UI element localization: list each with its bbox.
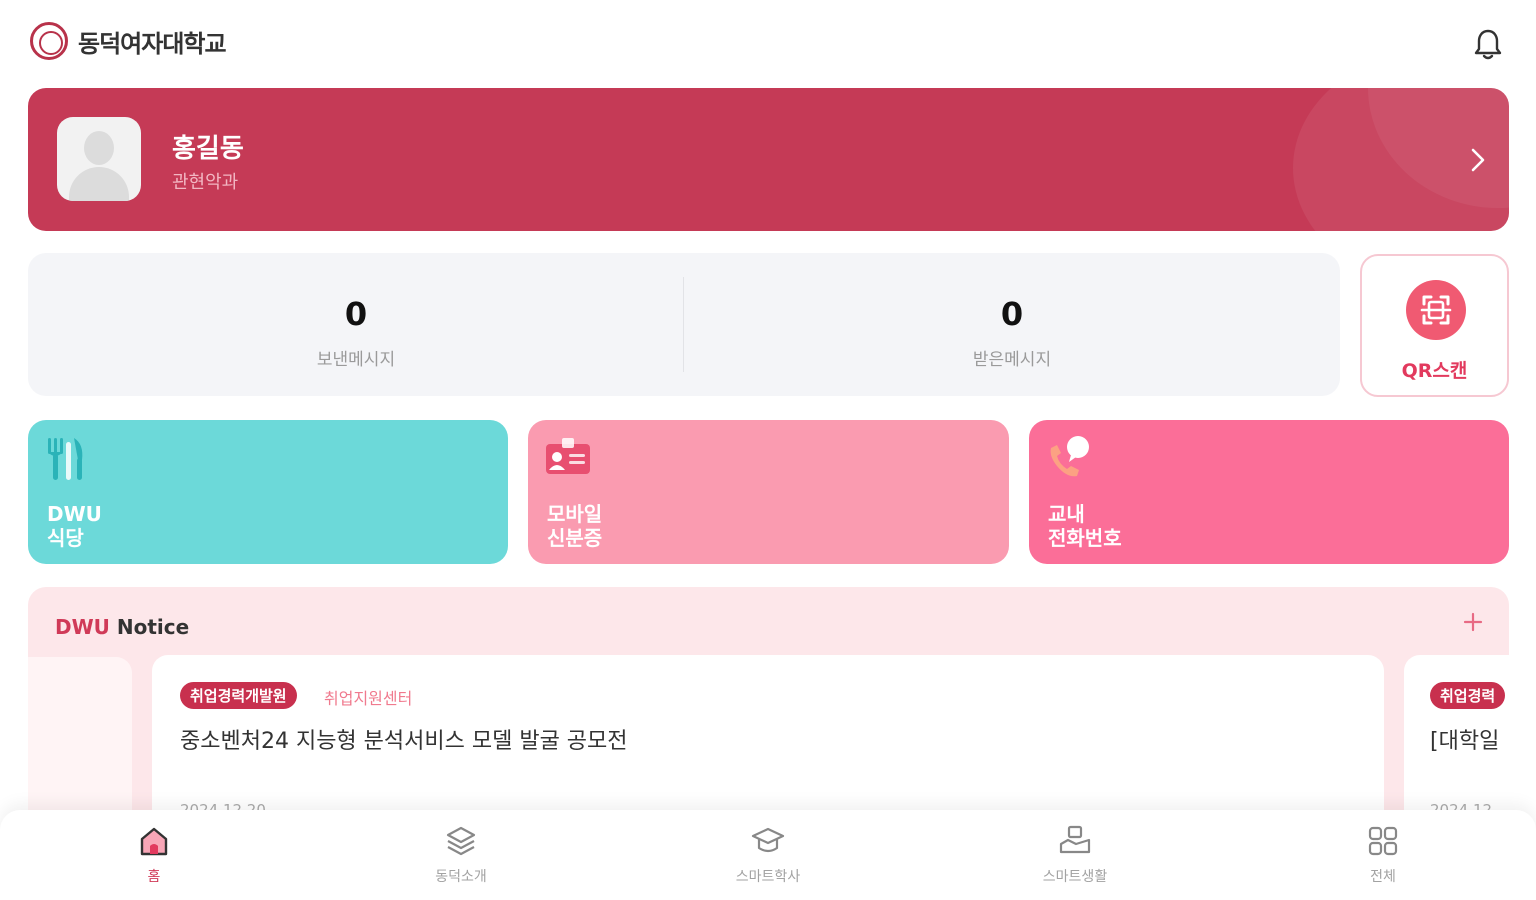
- university-logo[interactable]: 동덕여자대학교: [30, 22, 227, 60]
- nav-smart-life[interactable]: 스마트생활: [995, 824, 1155, 886]
- fork-knife-icon: [48, 438, 83, 480]
- tile-label-line1: 교내: [1048, 502, 1085, 526]
- qr-scan-icon: [1406, 280, 1466, 340]
- profile-department: 관현악과: [172, 172, 239, 193]
- tile-mobile-id[interactable]: 모바일 신분증: [528, 420, 1009, 564]
- university-name: 동덕여자대학교: [78, 29, 227, 58]
- chevron-right-icon[interactable]: [1468, 146, 1488, 174]
- notice-card-previous[interactable]: [28, 657, 132, 827]
- profile-name: 홍길동: [172, 134, 244, 164]
- tile-dwu-cafeteria[interactable]: DWU 식당: [28, 420, 508, 564]
- bottom-navigation: 홈 동덕소개 스마트학사 스마트생활 전체: [0, 810, 1536, 900]
- avatar-body: [69, 167, 129, 201]
- tile-label: DWU 식당: [47, 502, 102, 550]
- notice-title-accent: DWU: [55, 615, 110, 639]
- graduation-cap-icon: [751, 827, 785, 853]
- notice-category-badge: 취업경력: [1430, 682, 1506, 709]
- bell-icon[interactable]: [1472, 28, 1504, 62]
- qr-scan-label: QR스캔: [1401, 360, 1468, 382]
- nav-label: 홈: [147, 869, 161, 885]
- received-messages[interactable]: 0 받은메시지: [684, 253, 1340, 396]
- message-stats: 0 보낸메시지 0 받은메시지: [28, 253, 1340, 396]
- nav-label: 전체: [1370, 869, 1396, 885]
- tile-label-line2: 식당: [47, 526, 84, 550]
- notice-card-next[interactable]: 취업경력 [대학일 2024.12: [1404, 655, 1509, 827]
- notice-title-text: 중소벤처24 지능형 분석서비스 모델 발굴 공모전: [180, 729, 628, 754]
- id-card-icon: [546, 438, 590, 474]
- received-count: 0: [1000, 295, 1024, 333]
- plus-icon[interactable]: [1463, 612, 1483, 632]
- tile-label-line2: 전화번호: [1048, 526, 1122, 550]
- sent-count: 0: [344, 295, 368, 333]
- notice-title: DWU Notice: [55, 615, 189, 639]
- profile-card[interactable]: 홍길동 관현악과: [28, 88, 1509, 231]
- nav-label: 동덕소개: [435, 869, 487, 885]
- avatar: [57, 117, 141, 201]
- sent-label: 보낸메시지: [316, 350, 396, 370]
- nav-label: 스마트생활: [1042, 869, 1108, 885]
- sent-messages[interactable]: 0 보낸메시지: [28, 253, 684, 396]
- tile-label-line2: 신분증: [547, 526, 603, 550]
- grid-icon: [1368, 826, 1398, 856]
- layers-icon: [446, 826, 476, 856]
- box-hand-icon: [1059, 825, 1091, 854]
- qr-scan-button[interactable]: QR스캔: [1360, 254, 1509, 397]
- notice-section: DWU Notice 취업경력개발원 취업지원센터 중소벤처24 지능형 분석서…: [28, 587, 1509, 827]
- avatar-head: [84, 131, 114, 165]
- notice-card[interactable]: 취업경력개발원 취업지원센터 중소벤처24 지능형 분석서비스 모델 발굴 공모…: [152, 655, 1384, 827]
- notice-title-text: [대학일: [1430, 729, 1500, 754]
- notice-source: 취업지원센터: [324, 689, 413, 708]
- nav-all[interactable]: 전체: [1303, 824, 1463, 886]
- received-label: 받은메시지: [972, 350, 1052, 370]
- notice-title-rest: Notice: [109, 615, 190, 639]
- nav-label: 스마트학사: [735, 869, 801, 885]
- tile-label-line1: DWU: [47, 502, 102, 526]
- university-seal-icon: [30, 22, 68, 60]
- tile-campus-phonebook[interactable]: 교내 전화번호: [1029, 420, 1509, 564]
- phone-chat-icon: [1050, 436, 1089, 477]
- tile-label: 교내 전화번호: [1048, 502, 1122, 550]
- tile-label-line1: 모바일: [547, 502, 603, 526]
- nav-smart-academics[interactable]: 스마트학사: [688, 824, 848, 886]
- home-icon: [140, 827, 168, 856]
- nav-about-dongduk[interactable]: 동덕소개: [381, 824, 541, 886]
- notice-category-badge: 취업경력개발원: [180, 682, 297, 709]
- nav-home[interactable]: 홈: [74, 824, 234, 886]
- tile-label: 모바일 신분증: [547, 502, 602, 550]
- app-header: 동덕여자대학교: [0, 0, 1536, 86]
